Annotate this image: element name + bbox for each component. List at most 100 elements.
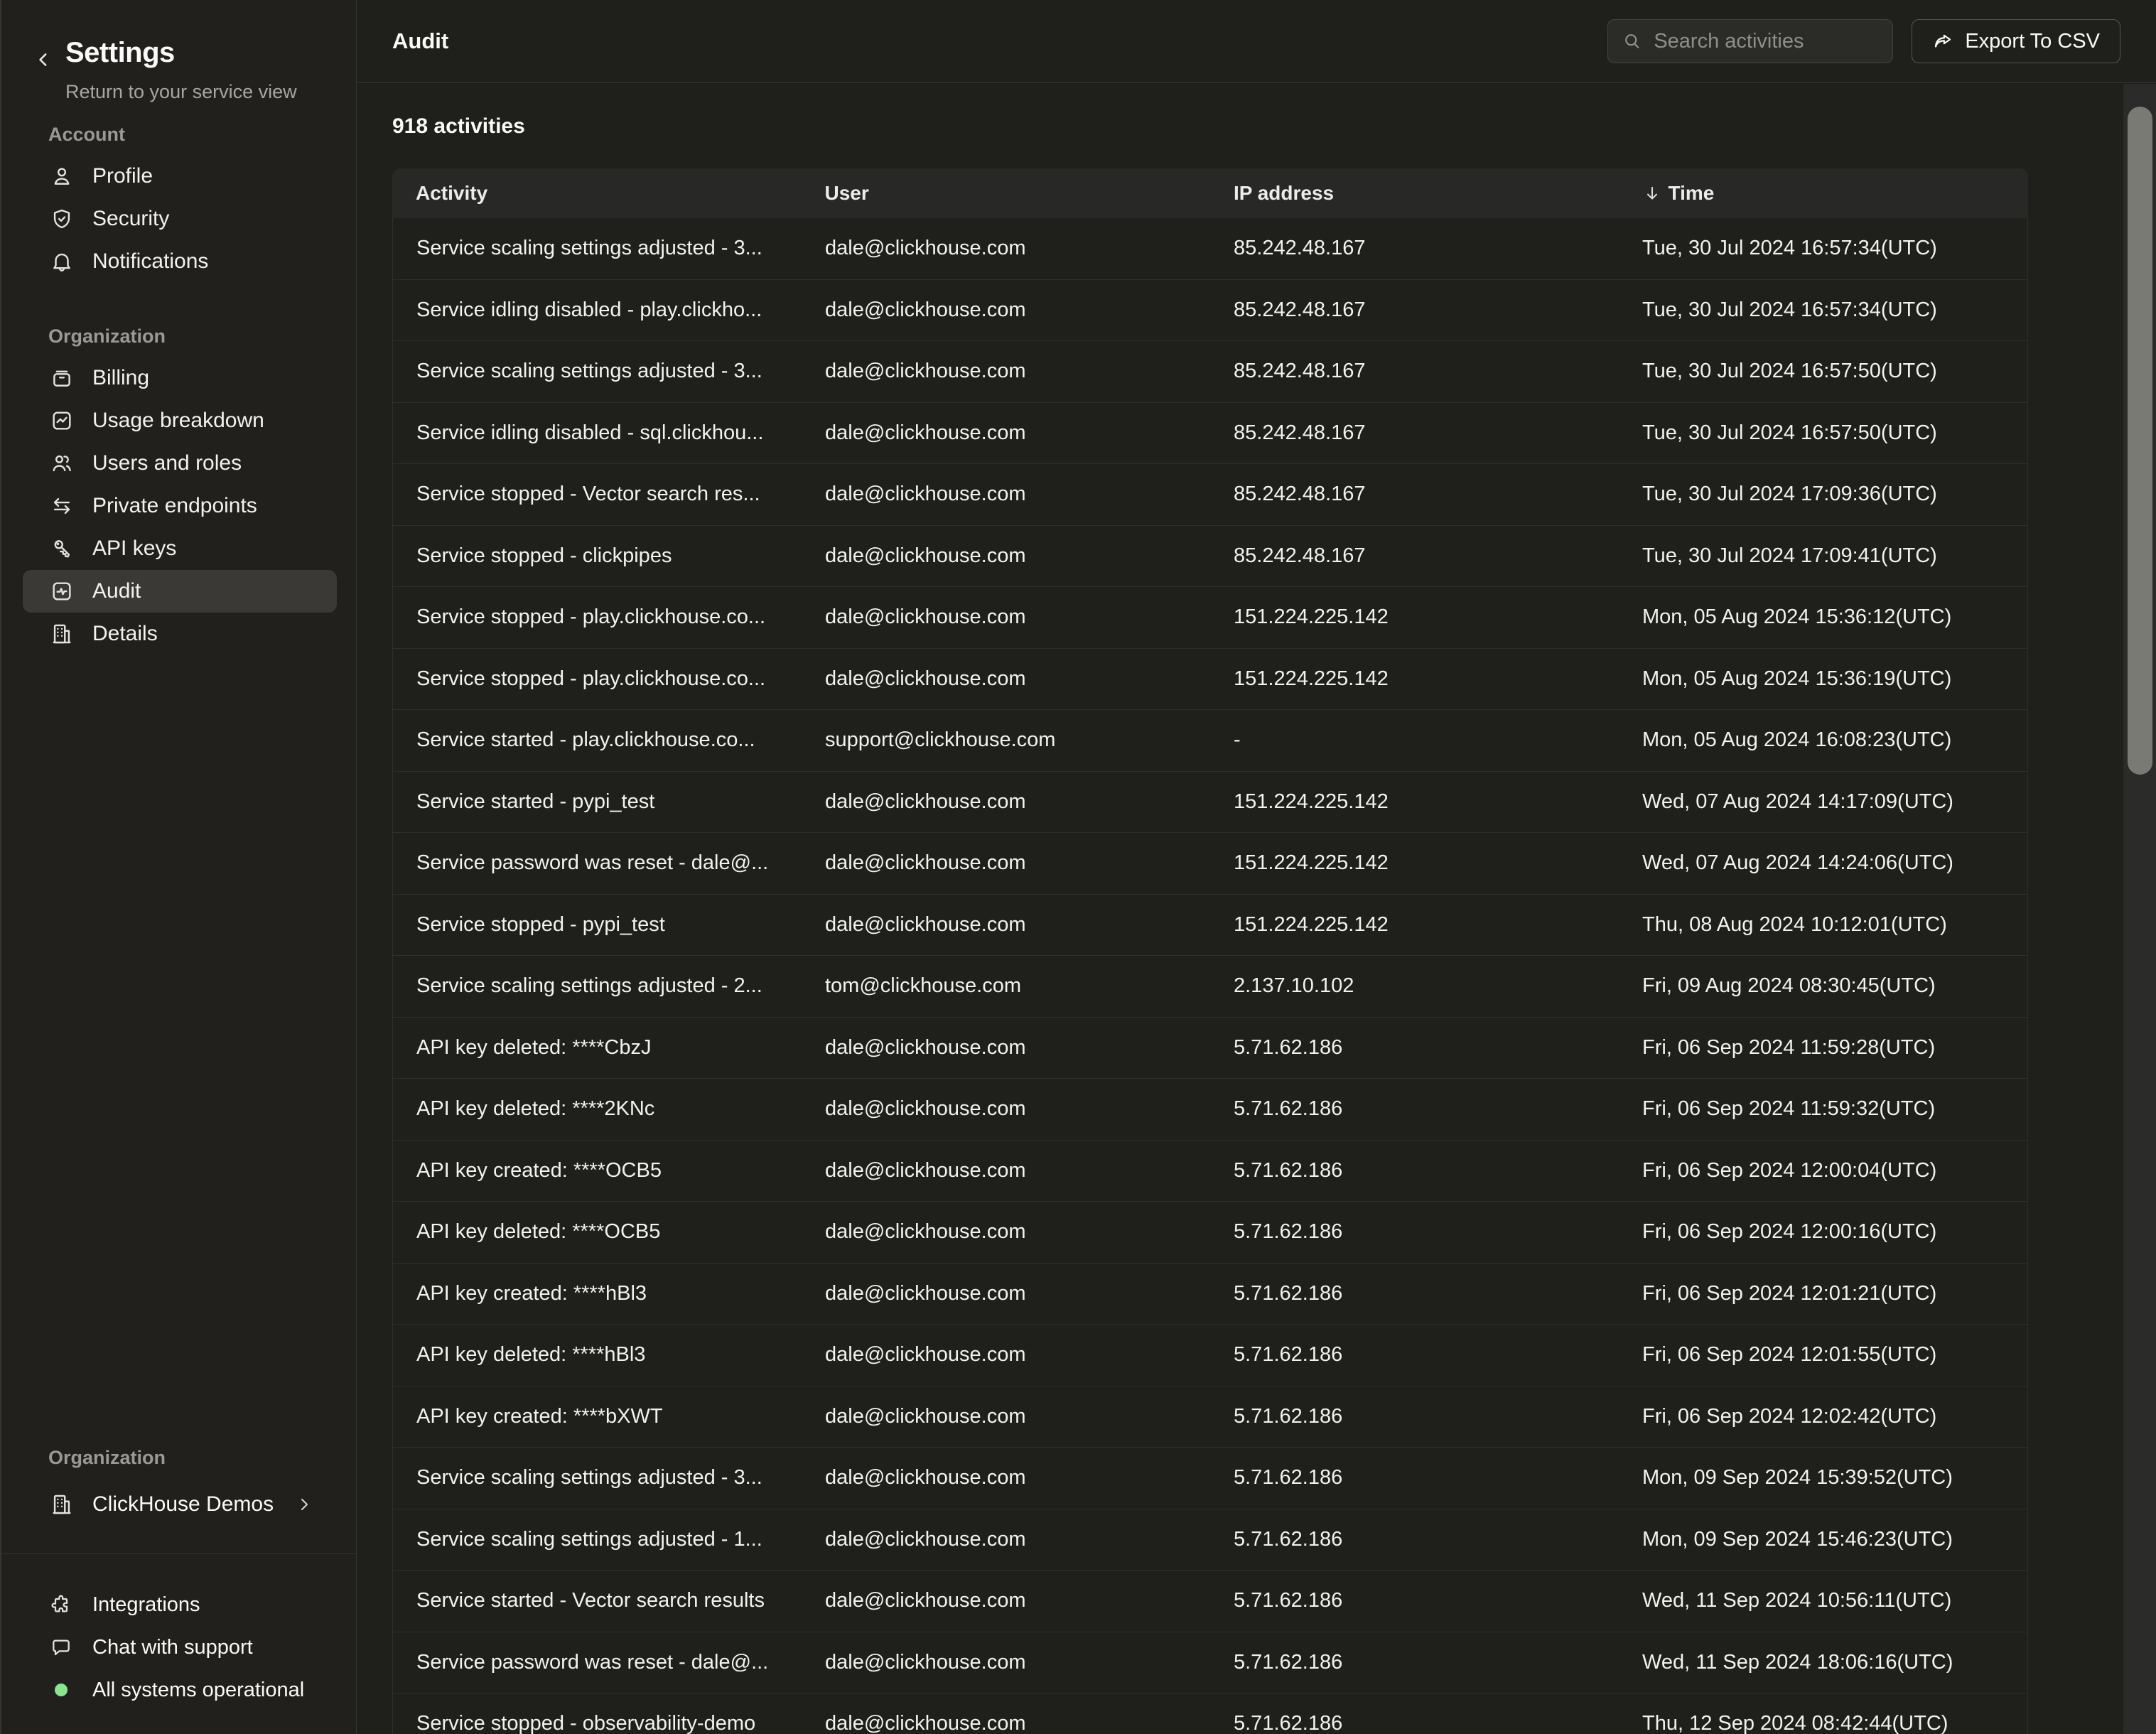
sidebar-item[interactable]: Billing: [23, 357, 337, 399]
sidebar-item-integrations[interactable]: Integrations: [23, 1583, 337, 1626]
sidebar-item[interactable]: Audit: [23, 570, 337, 613]
archive-icon: [50, 366, 74, 390]
sidebar-item[interactable]: Usage breakdown: [23, 399, 337, 442]
cell-user: dale@clickhouse.com: [802, 421, 1210, 445]
cell-user: dale@clickhouse.com: [802, 1159, 1210, 1183]
cell-user: dale@clickhouse.com: [802, 1466, 1210, 1490]
org-switcher[interactable]: ClickHouse Demos: [23, 1482, 337, 1526]
cell-activity: Service started - pypi_test: [393, 790, 802, 814]
cell-activity: Service scaling settings adjusted - 3...: [393, 237, 802, 260]
sidebar-item-label: API keys: [92, 537, 176, 561]
cell-user: dale@clickhouse.com: [802, 605, 1210, 629]
sidebar-item[interactable]: Profile: [23, 155, 337, 198]
sidebar-item[interactable]: Private endpoints: [23, 485, 337, 527]
cell-ip: 5.71.62.186: [1210, 1466, 1619, 1490]
cell-time: Fri, 06 Sep 2024 12:01:21(UTC): [1619, 1282, 2027, 1305]
cell-user: dale@clickhouse.com: [802, 1220, 1210, 1244]
table-row[interactable]: API key created: ****hBl3 dale@clickhous…: [393, 1264, 2027, 1325]
sidebar-item[interactable]: Details: [23, 613, 337, 655]
cell-activity: Service stopped - pypi_test: [393, 913, 802, 937]
table-row[interactable]: Service scaling settings adjusted - 1...…: [393, 1509, 2027, 1571]
cell-time: Tue, 30 Jul 2024 17:09:36(UTC): [1619, 483, 2027, 506]
cell-time: Wed, 11 Sep 2024 10:56:11(UTC): [1619, 1589, 2027, 1612]
sidebar-item[interactable]: Notifications: [23, 240, 337, 283]
cell-user: tom@clickhouse.com: [802, 974, 1210, 998]
column-header-activity[interactable]: Activity: [392, 182, 802, 205]
cell-activity: Service password was reset - dale@...: [393, 1651, 802, 1674]
cell-activity: API key created: ****bXWT: [393, 1405, 802, 1428]
audit-content: 918 activities Activity User IP address …: [357, 83, 2156, 1734]
cell-activity: Service scaling settings adjusted - 3...: [393, 360, 802, 383]
cell-time: Fri, 06 Sep 2024 12:00:04(UTC): [1619, 1159, 2027, 1183]
table-row[interactable]: Service scaling settings adjusted - 3...…: [393, 1448, 2027, 1509]
building-icon: [50, 622, 74, 646]
nav-section-label: Organization: [23, 316, 337, 357]
back-button[interactable]: [31, 47, 57, 72]
key-icon: [50, 537, 74, 561]
table-row[interactable]: Service started - pypi_test dale@clickho…: [393, 772, 2027, 834]
table-row[interactable]: API key deleted: ****hBl3 dale@clickhous…: [393, 1325, 2027, 1386]
cell-ip: -: [1210, 728, 1619, 752]
scrollbar-thumb[interactable]: [2128, 107, 2152, 775]
status-dot-icon: [55, 1684, 68, 1696]
cell-activity: Service scaling settings adjusted - 1...: [393, 1528, 802, 1551]
sidebar-item[interactable]: Users and roles: [23, 442, 337, 485]
export-csv-button[interactable]: Export To CSV: [1912, 19, 2120, 63]
sidebar-item-label: Details: [92, 622, 158, 646]
system-status[interactable]: All systems operational: [23, 1669, 337, 1711]
table-row[interactable]: Service started - play.clickhouse.co... …: [393, 710, 2027, 772]
cell-time: Fri, 06 Sep 2024 11:59:32(UTC): [1619, 1097, 2027, 1121]
puzzle-icon: [50, 1593, 72, 1616]
org-name: ClickHouse Demos: [92, 1492, 274, 1517]
cell-time: Mon, 05 Aug 2024 16:08:23(UTC): [1619, 728, 2027, 752]
table-row[interactable]: API key deleted: ****CbzJ dale@clickhous…: [393, 1018, 2027, 1079]
search-input[interactable]: [1654, 30, 1878, 53]
column-header-ip[interactable]: IP address: [1210, 182, 1619, 205]
activity-icon: [50, 579, 74, 603]
table-row[interactable]: Service stopped - play.clickhouse.co... …: [393, 587, 2027, 649]
sidebar-item-chat-support[interactable]: Chat with support: [23, 1626, 337, 1669]
table-row[interactable]: Service started - Vector search results …: [393, 1571, 2027, 1632]
table-row[interactable]: Service stopped - observability-demo dal…: [393, 1693, 2027, 1734]
cell-user: dale@clickhouse.com: [802, 1651, 1210, 1674]
table-row[interactable]: API key deleted: ****2KNc dale@clickhous…: [393, 1079, 2027, 1141]
table-header-row: Activity User IP address Time: [392, 168, 2028, 218]
table-row[interactable]: Service idling disabled - play.clickho..…: [393, 280, 2027, 342]
table-row[interactable]: Service scaling settings adjusted - 2...…: [393, 956, 2027, 1018]
table-row[interactable]: Service password was reset - dale@... da…: [393, 1632, 2027, 1694]
table-row[interactable]: Service scaling settings adjusted - 3...…: [393, 341, 2027, 403]
table-row[interactable]: Service idling disabled - sql.clickhou..…: [393, 403, 2027, 465]
cell-activity: Service password was reset - dale@...: [393, 851, 802, 875]
chart-icon: [50, 409, 74, 433]
activities-count: 918 activities: [392, 114, 2156, 139]
table-row[interactable]: API key created: ****bXWT dale@clickhous…: [393, 1386, 2027, 1448]
cell-user: dale@clickhouse.com: [802, 1405, 1210, 1428]
table-row[interactable]: Service stopped - play.clickhouse.co... …: [393, 649, 2027, 711]
table-row[interactable]: Service stopped - clickpipes dale@clickh…: [393, 526, 2027, 588]
cell-time: Tue, 30 Jul 2024 16:57:34(UTC): [1619, 298, 2027, 322]
column-header-user[interactable]: User: [802, 182, 1211, 205]
search-box[interactable]: [1607, 19, 1893, 63]
sidebar-item[interactable]: API keys: [23, 527, 337, 570]
table-row[interactable]: Service stopped - pypi_test dale@clickho…: [393, 895, 2027, 957]
cell-user: dale@clickhouse.com: [802, 790, 1210, 814]
cell-time: Wed, 07 Aug 2024 14:24:06(UTC): [1619, 851, 2027, 875]
table-row[interactable]: API key deleted: ****OCB5 dale@clickhous…: [393, 1202, 2027, 1264]
table-row[interactable]: Service scaling settings adjusted - 3...…: [393, 218, 2027, 280]
cell-time: Mon, 05 Aug 2024 15:36:19(UTC): [1619, 667, 2027, 691]
column-header-time[interactable]: Time: [1619, 182, 2029, 205]
cell-ip: 85.242.48.167: [1210, 483, 1619, 506]
sidebar-item-label: Chat with support: [92, 1636, 253, 1659]
nav-org-items: Billing Usage breakdown Users and roles …: [23, 357, 337, 655]
cell-activity: API key created: ****hBl3: [393, 1282, 802, 1305]
topbar: Audit Export To CSV: [357, 0, 2156, 83]
sidebar-item-label: Usage breakdown: [92, 409, 264, 433]
table-row[interactable]: Service password was reset - dale@... da…: [393, 833, 2027, 895]
table-row[interactable]: Service stopped - Vector search res... d…: [393, 464, 2027, 526]
sidebar-item[interactable]: Security: [23, 198, 337, 240]
cell-activity: Service started - play.clickhouse.co...: [393, 728, 802, 752]
cell-time: Tue, 30 Jul 2024 16:57:50(UTC): [1619, 360, 2027, 383]
table-row[interactable]: API key created: ****OCB5 dale@clickhous…: [393, 1141, 2027, 1202]
scrollbar-track[interactable]: [2123, 84, 2156, 1734]
cell-user: support@clickhouse.com: [802, 728, 1210, 752]
